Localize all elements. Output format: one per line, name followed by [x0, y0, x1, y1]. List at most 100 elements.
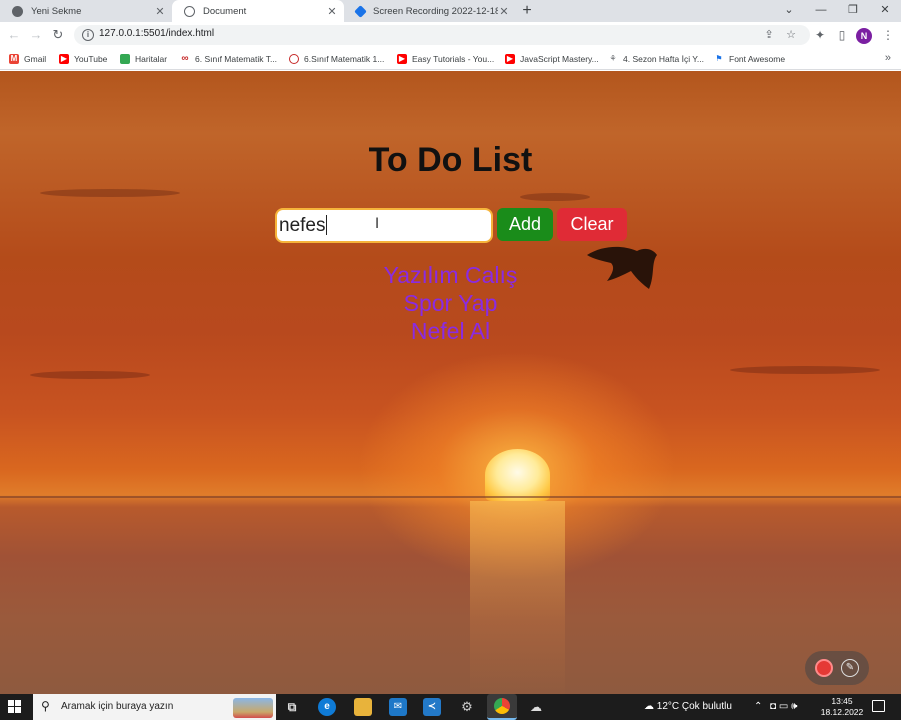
bookmark-matematik-1[interactable]: 6.Sınıf Matematik 1... — [289, 52, 384, 66]
reload-button[interactable]: ↻ — [49, 26, 67, 44]
minimize-button[interactable]: — — [806, 0, 836, 22]
text-caret — [326, 215, 327, 235]
settings-icon[interactable]: ⚙ — [458, 698, 476, 716]
weather-widget[interactable]: ☁ 12°C Çok bulutlu — [644, 701, 732, 712]
notification-icon[interactable] — [872, 700, 885, 712]
mail-icon[interactable]: ✉ — [389, 698, 407, 716]
tab-title: Yeni Sekme — [31, 5, 82, 17]
url-text[interactable]: 127.0.0.1:5501/index.html — [99, 28, 214, 39]
bookmark-label: Easy Tutorials - You... — [412, 54, 495, 64]
tab-screen-recording[interactable]: Screen Recording 2022-12-18... ✕ — [344, 0, 516, 22]
close-window-button[interactable]: ✕ — [870, 0, 900, 22]
flag-icon: ⚑ — [715, 54, 723, 63]
compass-icon — [289, 54, 299, 64]
tray-icons[interactable]: ◘ ▭ 🕪 — [770, 701, 797, 712]
youtube-icon: ▶ — [397, 54, 407, 64]
bookmark-youtube[interactable]: ▶ YouTube — [59, 52, 107, 66]
extensions-icon[interactable]: ✦ — [812, 27, 828, 43]
weather-text: 12°C Çok bulutlu — [656, 701, 732, 712]
todo-item[interactable]: Nefel Al — [0, 317, 901, 345]
globe-icon — [184, 5, 195, 17]
close-icon[interactable]: ✕ — [154, 5, 166, 18]
sun — [485, 449, 550, 501]
recording-widget: ✎ — [805, 651, 869, 685]
bookmark-haritalar[interactable]: Haritalar — [120, 52, 167, 66]
bookmark-label: Gmail — [24, 54, 47, 64]
maps-icon — [120, 54, 130, 64]
clock-time: 13:45 — [831, 696, 853, 706]
record-button[interactable] — [815, 659, 833, 677]
file-explorer-icon[interactable] — [354, 698, 372, 716]
profile-avatar[interactable]: N — [856, 28, 872, 44]
horizon — [0, 496, 901, 498]
tray-chevron-icon[interactable]: ⌃ — [754, 701, 762, 712]
bookmark-label: 6.Sınıf Matematik 1... — [304, 54, 385, 64]
gmail-icon: M — [9, 54, 19, 64]
youtube-icon: ▶ — [59, 54, 69, 64]
bookmark-label: Haritalar — [135, 54, 168, 64]
bookmark-gmail[interactable]: M Gmail — [9, 52, 46, 66]
taskbar-search[interactable]: ⚲ Aramak için buraya yazın — [33, 694, 276, 720]
tv-icon: ⚘ — [609, 54, 617, 63]
bookmarks-bar: M Gmail ▶ YouTube Haritalar ∞ 6. Sınıf M… — [0, 48, 901, 70]
side-panel-icon[interactable]: ▯ — [834, 27, 850, 43]
todo-item[interactable]: Spor Yap — [0, 289, 901, 317]
vscode-icon[interactable]: ≺ — [423, 698, 441, 716]
bookmark-easy-tutorials[interactable]: ▶ Easy Tutorials - You... — [397, 52, 494, 66]
bookmark-sezon-hafta[interactable]: ⚘ 4. Sezon Hafta İçi Y... — [608, 52, 704, 66]
ibeam-cursor-icon: Ι — [375, 216, 380, 232]
close-icon[interactable]: ✕ — [498, 5, 510, 18]
taskbar: ⚲ Aramak için buraya yazın ⧉ e ✉ ≺ ⚙ ☁ ☁… — [0, 694, 901, 720]
search-placeholder: Aramak için buraya yazın — [61, 701, 174, 712]
bookmark-javascript-mastery[interactable]: ▶ JavaScript Mastery... — [505, 52, 599, 66]
chrome-icon — [12, 5, 23, 17]
back-button[interactable]: ← — [5, 26, 23, 44]
forward-button[interactable]: → — [27, 26, 45, 44]
cloud-app-icon[interactable]: ☁ — [527, 698, 545, 716]
todo-list: Yazılım Calış Spor Yap Nefel Al — [0, 261, 901, 345]
edge-icon[interactable]: e — [318, 698, 336, 716]
bookmark-label: JavaScript Mastery... — [520, 54, 599, 64]
add-button[interactable]: Add — [497, 208, 553, 241]
clock-date: 18.12.2022 — [820, 707, 864, 717]
camera-icon[interactable]: ◘ — [770, 701, 776, 712]
bookmark-matematik-t[interactable]: ∞ 6. Sınıf Matematik T... — [180, 52, 277, 66]
sun-reflection — [470, 501, 565, 694]
tab-title: Document — [203, 5, 247, 17]
bookmark-star-icon[interactable]: ☆ — [784, 28, 798, 42]
pen-icon[interactable]: ✎ — [841, 659, 859, 677]
bookmark-label: 4. Sezon Hafta İçi Y... — [623, 54, 704, 64]
todo-item[interactable]: Yazılım Calış — [0, 261, 901, 289]
restore-button[interactable]: ❐ — [838, 0, 868, 22]
new-tab-button[interactable]: + — [518, 0, 536, 22]
bookmarks-more-button[interactable]: » — [885, 52, 891, 64]
address-bar[interactable]: i 127.0.0.1:5501/index.html ⇪ ☆ — [74, 25, 810, 45]
close-icon[interactable]: ✕ — [326, 5, 338, 18]
menu-icon[interactable]: ⋮ — [880, 27, 896, 43]
volume-icon[interactable]: 🕪 — [791, 701, 797, 712]
task-view-icon[interactable]: ⧉ — [283, 698, 301, 716]
search-highlight-image — [233, 698, 273, 718]
network-icon[interactable]: ▭ — [779, 701, 788, 712]
clock[interactable]: 13:45 18.12.2022 — [820, 696, 864, 718]
share-icon[interactable]: ⇪ — [762, 28, 776, 42]
tab-document[interactable]: Document ✕ — [172, 0, 344, 22]
bookmark-font-awesome[interactable]: ⚑ Font Awesome — [714, 52, 785, 66]
recording-icon — [354, 4, 367, 18]
cloud — [30, 371, 150, 379]
windows-start-icon[interactable] — [8, 700, 22, 714]
info-icon[interactable]: i — [82, 29, 94, 41]
chrome-taskbar-icon[interactable] — [487, 694, 517, 720]
infinity-icon: ∞ — [181, 53, 189, 64]
youtube-icon: ▶ — [505, 54, 515, 64]
page-title: To Do List — [368, 141, 533, 179]
tab-search-button[interactable]: ⌄ — [774, 0, 804, 22]
cloud — [520, 193, 590, 201]
todo-input[interactable] — [275, 208, 493, 243]
cloud — [40, 189, 180, 197]
tab-title: Screen Recording 2022-12-18... — [373, 5, 498, 17]
search-icon: ⚲ — [41, 699, 50, 713]
browser-toolbar: ← → ↻ i 127.0.0.1:5501/index.html ⇪ ☆ ✦ … — [0, 22, 901, 48]
clear-button[interactable]: Clear — [557, 208, 627, 241]
tab-yeni-sekme[interactable]: Yeni Sekme ✕ — [0, 0, 172, 22]
